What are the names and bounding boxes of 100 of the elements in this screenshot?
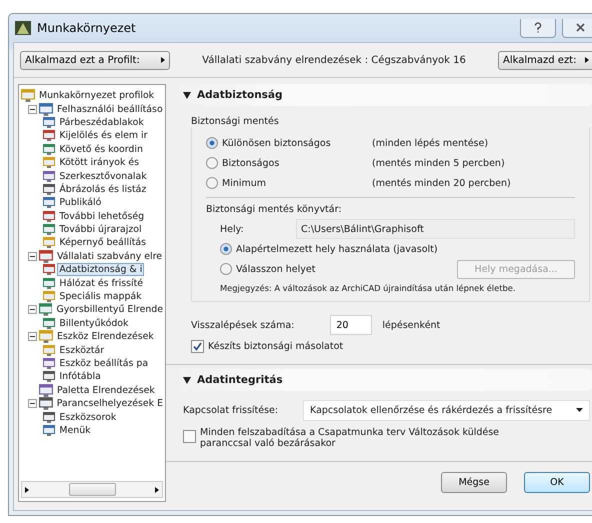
- radio-button[interactable]: [220, 243, 232, 255]
- field-label: Hely:: [220, 224, 245, 234]
- window-icon: [43, 224, 56, 236]
- location-field[interactable]: C:\Users\Bálint\Graphisoft: [296, 219, 575, 239]
- caret-icon: [585, 57, 589, 63]
- tree-item[interactable]: Kötött irányok és: [57, 156, 142, 170]
- radio-label: Különösen biztonságos: [222, 138, 332, 148]
- radio-button[interactable]: [206, 157, 218, 169]
- window-icon: [43, 344, 56, 356]
- window-icon: [43, 412, 56, 423]
- apply-profile-button[interactable]: Alkalmazd ezt a Profilt:: [20, 50, 170, 70]
- window-icon: [38, 397, 53, 410]
- window-icon: [43, 197, 56, 208]
- caret-icon: [155, 486, 159, 492]
- help-icon: [534, 22, 542, 33]
- app-logo-icon: [15, 21, 31, 35]
- close-icon: [576, 23, 584, 32]
- tree-item[interactable]: További újrarajzol: [57, 223, 144, 236]
- window-icon: [43, 264, 56, 276]
- tree-item[interactable]: Eszköz beállítás pa: [57, 357, 150, 370]
- window-icon: [21, 89, 35, 102]
- tree-item[interactable]: Munkakörnyezet profilok: [37, 89, 156, 102]
- tree-item[interactable]: Menük: [57, 424, 93, 437]
- tree-item[interactable]: Speciális mappák: [57, 290, 144, 304]
- radio-label: Minimum: [222, 178, 268, 188]
- tree-item[interactable]: Eszköz Elrendezések: [55, 330, 156, 344]
- tree-item[interactable]: Kijelölés és elem ir: [57, 129, 150, 142]
- tree-item[interactable]: Párbeszédablakok: [57, 116, 146, 129]
- link-update-dropdown[interactable]: Kapcsolatok ellenőrzése és rákérdezés a frissítésre: [303, 400, 590, 420]
- collapse-icon[interactable]: [28, 104, 37, 114]
- radio-label: Biztonságos: [222, 158, 280, 168]
- option-note: (mentés minden 20 percben): [372, 178, 511, 188]
- window-icon: [43, 237, 56, 248]
- window-icon: [39, 330, 53, 344]
- window-icon: [43, 278, 56, 289]
- radio-button[interactable]: [206, 137, 218, 149]
- current-scheme-label: Vállalati szabvány elrendezések : Cégszabványok 16: [201, 54, 467, 66]
- collapse-icon[interactable]: [28, 252, 37, 261]
- window-icon: [43, 116, 56, 128]
- window-icon: [43, 144, 56, 155]
- note-text: Megjegyzés: A változások az ArchiCAD újraindítása után lépnek életbe.: [219, 283, 516, 293]
- window-icon: [39, 102, 53, 116]
- collapse-icon[interactable]: [183, 92, 191, 98]
- window-icon: [43, 318, 56, 329]
- tree-item[interactable]: Infótábla: [57, 370, 103, 384]
- window-icon: [43, 170, 56, 182]
- window-icon: [43, 291, 56, 302]
- tree-item[interactable]: Eszköztár: [57, 344, 106, 357]
- tree-item[interactable]: Felhasználói beállításo: [55, 102, 165, 116]
- tree-item[interactable]: Eszközsorok: [57, 410, 118, 424]
- checkbox-label: Minden felszabadítása a Csapatmunka terv Változások küldése paranccsal való bezárásakor: [200, 427, 500, 449]
- dialog-button[interactable]: Mégse: [441, 472, 507, 493]
- option-note: (minden lépés mentése): [372, 138, 488, 148]
- tree-item[interactable]: Adatbiztonság & i: [57, 263, 144, 276]
- group-label: Biztonsági mentés: [191, 116, 280, 127]
- field-label: Visszalépések száma:: [191, 320, 294, 330]
- tree-item[interactable]: Paletta Elrendezések: [55, 384, 157, 397]
- apply-button[interactable]: Alkalmazd ezt:: [498, 50, 592, 70]
- checkbox-label: Készíts biztonsági másolatot: [208, 340, 344, 352]
- tree-item[interactable]: Billentyűkódok: [57, 316, 130, 330]
- check-icon: [193, 342, 202, 350]
- tree-item[interactable]: Publikáló: [57, 196, 104, 210]
- window-icon: [43, 424, 56, 436]
- radio-label: Alapértelmezett hely használata (javasolt): [236, 244, 438, 254]
- tree-item[interactable]: Hálózat és frissíté: [57, 276, 146, 290]
- tree-item[interactable]: Képernyő beállítás: [57, 236, 148, 250]
- option-note: (mentés minden 5 percben): [372, 158, 505, 168]
- tree-item[interactable]: Követő és koordin: [57, 142, 145, 156]
- unit-label: lépésenként: [382, 320, 440, 330]
- tree-item[interactable]: További lehetőség: [57, 210, 146, 223]
- window-icon: [43, 157, 56, 168]
- window-icon: [43, 210, 56, 222]
- checkbox[interactable]: [191, 340, 204, 352]
- tree-item[interactable]: Gyorsbillentyű Elrende: [54, 303, 165, 316]
- collapse-icon[interactable]: [183, 376, 191, 384]
- dropdown-arrow-icon: [576, 408, 583, 412]
- caret-icon: [161, 57, 165, 63]
- group-label: Biztonsági mentés könyvtár:: [206, 204, 343, 215]
- tree-item[interactable]: Ábrázolás és listáz: [57, 182, 148, 196]
- field-label: Kapcsolat frissítése:: [183, 404, 280, 416]
- checkbox[interactable]: [183, 430, 196, 443]
- undo-count-field[interactable]: 20: [330, 315, 372, 335]
- horizontal-scrollbar[interactable]: [21, 481, 163, 498]
- tree-item[interactable]: Vállalati szabvány elre: [55, 250, 164, 263]
- collapse-icon[interactable]: [28, 332, 37, 342]
- help-button[interactable]: [520, 18, 556, 38]
- radio-button[interactable]: [206, 177, 218, 189]
- close-button[interactable]: [562, 18, 592, 38]
- tree-item[interactable]: Parancselhelyezések E: [54, 397, 165, 410]
- window-icon: [43, 358, 56, 369]
- window-icon: [38, 303, 52, 316]
- window-icon: [43, 130, 56, 142]
- tree-item[interactable]: Szerkesztővonalak: [57, 170, 149, 183]
- window-title: Munkakörnyezet: [37, 21, 137, 35]
- collapse-icon[interactable]: [28, 399, 37, 408]
- radio-button[interactable]: [220, 263, 232, 275]
- collapse-icon[interactable]: [28, 305, 37, 314]
- window-icon: [39, 384, 53, 397]
- dialog-button[interactable]: OK: [524, 472, 590, 493]
- window-icon: [39, 250, 53, 263]
